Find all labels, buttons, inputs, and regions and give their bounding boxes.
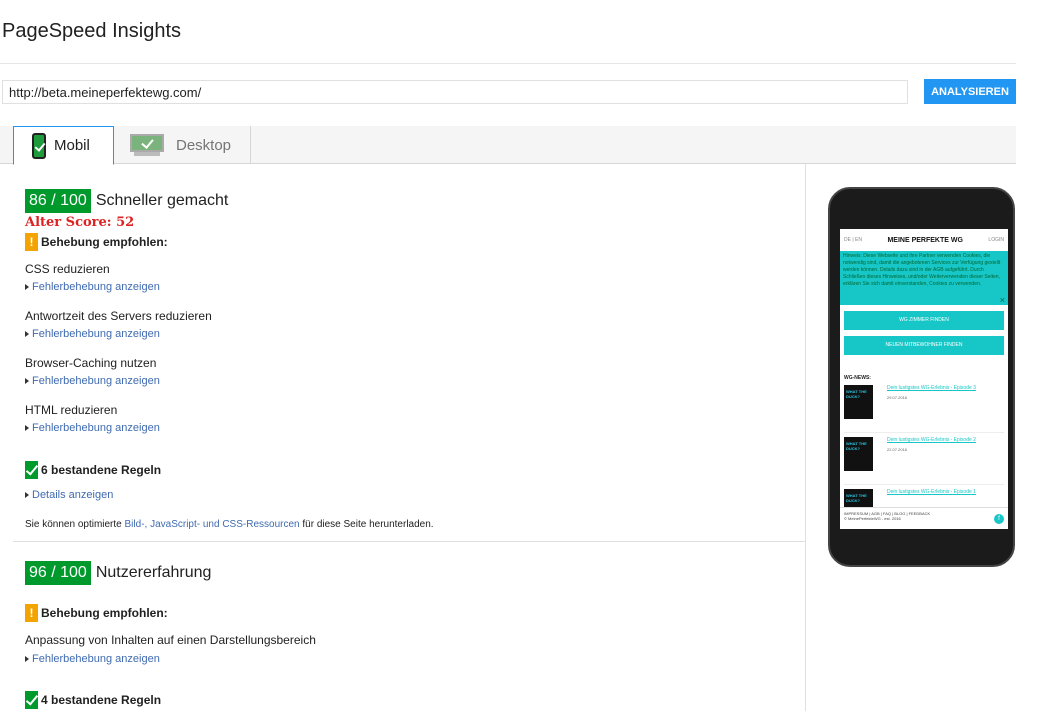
show-fix-link[interactable]: Fehlerbehebung anzeigen: [25, 422, 160, 434]
rule-title: Antwortzeit des Servers reduzieren: [25, 309, 212, 323]
mobile-preview: DE | EN MEINE PERFEKTE WG LOGIN Hinweis:…: [828, 187, 1015, 567]
tab-mobil[interactable]: Mobil: [13, 126, 114, 165]
facebook-icon: f: [994, 514, 1004, 524]
speed-score-badge: 86 / 100: [25, 189, 91, 213]
phone-icon: [32, 132, 46, 159]
checkmark-icon: [25, 691, 38, 709]
speed-passed-header: 6 bestandene Regeln: [25, 461, 161, 479]
close-icon: ×: [999, 295, 1005, 305]
checkmark-icon: [25, 461, 38, 479]
old-score: Alter Score: 52: [25, 215, 135, 230]
ux-score-row: 96 / 100 Nutzererfahrung: [25, 561, 211, 585]
preview-login: LOGIN: [988, 237, 1004, 243]
preview-topbar: DE | EN MEINE PERFEKTE WG LOGIN: [840, 229, 1008, 251]
warning-icon: !: [25, 233, 38, 251]
tab-desktop-label: Desktop: [176, 136, 232, 154]
triangle-right-icon: [25, 331, 29, 337]
section-divider: [13, 541, 805, 542]
rule-title: Anpassung von Inhalten auf einen Darstel…: [25, 633, 316, 647]
show-fix-link[interactable]: Fehlerbehebung anzeigen: [25, 375, 160, 387]
title-divider: [0, 63, 1016, 64]
show-fix-link[interactable]: Fehlerbehebung anzeigen: [25, 281, 160, 293]
preview-footer-copy: © MeinePerfekteWG - est. 2016: [844, 516, 901, 521]
ux-passed-label: 4 bestandene Regeln: [41, 693, 162, 707]
speed-score-row: 86 / 100 Schneller gemacht: [25, 189, 228, 213]
preview-lang-switch: DE | EN: [844, 237, 862, 243]
monitor-icon: [130, 134, 164, 156]
news-date: 29.07.2016: [887, 395, 908, 400]
preview-rooms-button: WG ZIMMER FINDEN: [844, 311, 1004, 330]
show-fix-link[interactable]: Fehlerbehebung anzeigen: [25, 328, 160, 340]
speed-recommend-header: ! Behebung empfohlen:: [25, 233, 168, 251]
rule-title: Browser-Caching nutzen: [25, 356, 157, 370]
preview-cookie-banner: Hinweis: Diese Webseite und ihre Partner…: [840, 251, 1008, 305]
speed-section-title: Schneller gemacht: [95, 192, 229, 209]
ux-recommend-header: ! Behebung empfohlen:: [25, 604, 168, 622]
preview-cookie-text: Hinweis: Diese Webseite und ihre Partner…: [843, 253, 1001, 287]
rule-title: CSS reduzieren: [25, 262, 110, 276]
tab-desktop[interactable]: Desktop: [114, 126, 251, 164]
preview-footer: IMPRESSUM | AGB | FAQ | BLOG | FEEDBACK …: [840, 507, 1008, 529]
triangle-right-icon: [25, 656, 29, 662]
preview-news-label: WG-NEWS:: [844, 375, 871, 381]
preview-screen: DE | EN MEINE PERFEKTE WG LOGIN Hinweis:…: [840, 229, 1008, 529]
news-thumbnail: WHAT THE DUCK?: [844, 437, 873, 471]
ux-passed-header: 4 bestandene Regeln: [25, 691, 161, 709]
news-thumbnail: WHAT THE DUCK?: [844, 385, 873, 419]
list-item: WHAT THE DUCK? Dein lustigstes WG-Erlebn…: [844, 385, 1004, 433]
triangle-right-icon: [25, 425, 29, 431]
news-title: Dein lustigstes WG-Erlebnis - Episode 3: [887, 385, 976, 391]
triangle-right-icon: [25, 492, 29, 498]
show-fix-link[interactable]: Fehlerbehebung anzeigen: [25, 653, 160, 665]
show-details-link[interactable]: Details anzeigen: [25, 489, 113, 501]
speed-passed-label: 6 bestandene Regeln: [41, 463, 162, 477]
ux-score-badge: 96 / 100: [25, 561, 91, 585]
preview-logo: MEINE PERFEKTE WG: [887, 236, 963, 244]
rule-title: HTML reduzieren: [25, 403, 118, 417]
news-title: Dein lustigstes WG-Erlebnis - Episode 1: [887, 489, 976, 495]
triangle-right-icon: [25, 378, 29, 384]
speed-recommend-label: Behebung empfohlen:: [41, 235, 168, 249]
device-tabs: Mobil Desktop: [0, 126, 1016, 165]
url-input[interactable]: [2, 80, 908, 104]
ux-section-title: Nutzererfahrung: [95, 564, 212, 581]
download-resources-link[interactable]: Bild-, JavaScript- und CSS-Ressourcen: [125, 519, 300, 530]
tab-mobil-label: Mobil: [54, 137, 90, 154]
preview-flatmates-button: NEUEN MITBEWOHNER FINDEN: [844, 336, 1004, 355]
download-note: Sie können optimierte Bild-, JavaScript-…: [25, 519, 434, 530]
column-divider: [805, 164, 806, 711]
list-item: WHAT THE DUCK? Dein lustigstes WG-Erlebn…: [844, 437, 1004, 485]
warning-icon: !: [25, 604, 38, 622]
analyze-button[interactable]: ANALYSIEREN: [924, 79, 1016, 104]
news-title: Dein lustigstes WG-Erlebnis - Episode 2: [887, 437, 976, 443]
page-title: PageSpeed Insights: [2, 20, 182, 42]
news-date: 22.07.2016: [887, 447, 908, 452]
ux-recommend-label: Behebung empfohlen:: [41, 606, 168, 620]
triangle-right-icon: [25, 284, 29, 290]
